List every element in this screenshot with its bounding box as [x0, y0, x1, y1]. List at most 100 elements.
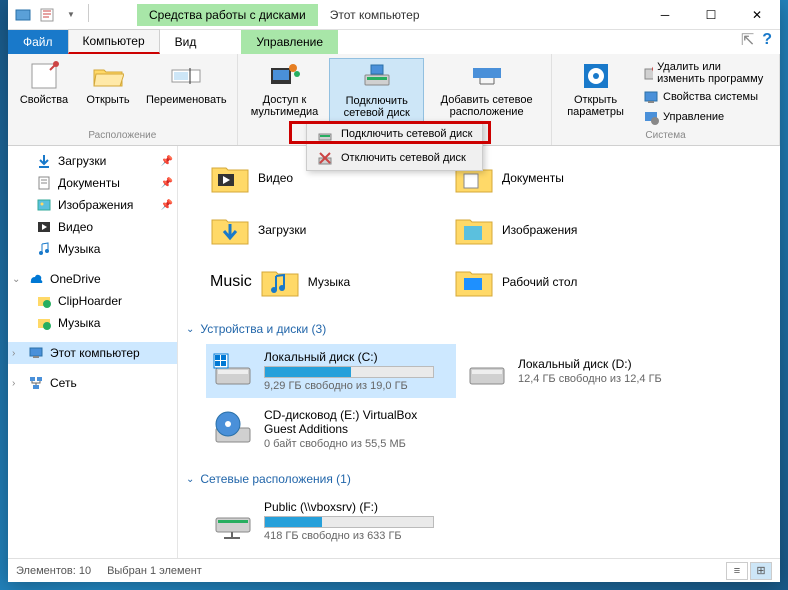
ribbon-help-area: ⇱ ? [733, 26, 780, 54]
window-title: Этот компьютер [330, 8, 420, 22]
qat-properties-icon[interactable] [36, 4, 58, 26]
onedrive-icon [28, 271, 44, 287]
videos-icon [36, 219, 52, 235]
nav-music2[interactable]: Музыка [8, 312, 177, 334]
minimize-ribbon-icon[interactable]: ⇱ [741, 30, 754, 50]
map-network-drive-button[interactable]: Подключить сетевой диск [329, 58, 424, 128]
folder-sync-icon [36, 315, 52, 331]
rename-label: Переименовать [146, 94, 227, 106]
nav-cliphoarder[interactable]: ClipHoarder [8, 290, 177, 312]
content-area: Загрузки📌 Документы📌 Изображения📌 Видео … [8, 146, 780, 558]
drive-e[interactable]: CD-дисковод (E:) VirtualBox Guest Additi… [206, 402, 456, 456]
chevron-down-icon: ⌄ [186, 324, 194, 335]
chevron-down-icon: ⌄ [186, 474, 194, 485]
ribbon-tabs: Файл Компьютер Вид Управление ⇱ ? [8, 30, 780, 54]
tab-computer[interactable]: Компьютер [68, 29, 160, 54]
downloads-folder-icon [210, 210, 250, 250]
group-devices-header[interactable]: ⌄Устройства и диски (3) [186, 318, 772, 340]
connect-drive-icon [317, 126, 333, 142]
rename-button[interactable]: Переименовать [142, 58, 231, 128]
folders-group: Видео Документы Загрузки Изображения Mus… [186, 150, 772, 318]
qat-dropdown-icon[interactable]: ▼ [60, 4, 82, 26]
details-view-button[interactable]: ≡ [726, 562, 748, 580]
qat-separator [88, 4, 89, 22]
system-menu-icon[interactable] [12, 4, 34, 26]
pin-icon: 📌 [161, 156, 173, 167]
nav-videos[interactable]: Видео [8, 216, 177, 238]
folder-pictures[interactable]: Изображения [450, 206, 690, 254]
folder-desktop[interactable]: Рабочий стол [450, 258, 690, 306]
statusbar: Элементов: 10 Выбран 1 элемент ≡ ⊞ [8, 558, 780, 582]
drive-d-icon [466, 350, 508, 392]
pictures-folder-icon [454, 210, 494, 250]
ribbon-group-location: Свойства Открыть Переименовать Расположе… [8, 54, 238, 145]
media-access-button[interactable]: Доступ к мультимедиа [244, 58, 326, 128]
uninstall-icon [643, 65, 653, 81]
open-folder-icon [92, 60, 124, 92]
ribbon-system-small-buttons: Удалить или изменить программу Свойства … [637, 58, 773, 128]
drive-c[interactable]: Локальный диск (C:) 9,29 ГБ свободно из … [206, 344, 456, 398]
map-drive-dropdown: Подключить сетевой диск Отключить сетево… [306, 121, 483, 171]
tree-expand-icon[interactable]: › [12, 378, 15, 389]
nav-pictures[interactable]: Изображения📌 [8, 194, 177, 216]
computer-icon [28, 345, 44, 361]
drive-f[interactable]: Public (\\vboxsrv) (F:) 418 ГБ свободно … [206, 494, 456, 548]
tab-view[interactable]: Вид [160, 30, 212, 54]
music-icon [36, 241, 52, 257]
status-selection: Выбран 1 элемент [107, 565, 202, 577]
navigation-pane: Загрузки📌 Документы📌 Изображения📌 Видео … [8, 146, 178, 558]
nav-documents[interactable]: Документы📌 [8, 172, 177, 194]
documents-icon [36, 175, 52, 191]
tab-file[interactable]: Файл [8, 30, 68, 54]
contextual-tab-header: Средства работы с дисками [137, 4, 318, 26]
uninstall-program-button[interactable]: Удалить или изменить программу [641, 60, 769, 86]
nav-music[interactable]: Музыка [8, 238, 177, 260]
media-icon [269, 60, 301, 92]
status-item-count: Элементов: 10 [16, 565, 91, 577]
group-network-header[interactable]: ⌄Сетевые расположения (1) [186, 468, 772, 490]
open-button[interactable]: Открыть [78, 58, 138, 128]
add-network-location-button[interactable]: Добавить сетевое расположение [428, 58, 545, 128]
tree-expand-icon[interactable]: › [12, 348, 15, 359]
help-icon[interactable]: ? [762, 31, 772, 49]
manage-button[interactable]: Управление [641, 108, 769, 126]
manage-icon [643, 109, 659, 125]
dropdown-connect-network-drive[interactable]: Подключить сетевой диск [307, 122, 482, 146]
add-network-icon [471, 60, 503, 92]
nav-network[interactable]: ›Сеть [8, 372, 177, 394]
tiles-view-button[interactable]: ⊞ [750, 562, 772, 580]
properties-label: Свойства [20, 94, 68, 106]
minimize-button[interactable]: ─ [642, 0, 688, 30]
uninstall-label: Удалить или изменить программу [657, 61, 767, 85]
folder-music[interactable]: Music Музыка [206, 258, 446, 306]
network-icon [28, 375, 44, 391]
titlebar: ▼ Средства работы с дисками Этот компьют… [8, 0, 780, 30]
system-properties-button[interactable]: Свойства системы [641, 88, 769, 106]
drive-d[interactable]: Локальный диск (D:) 12,4 ГБ свободно из … [460, 344, 710, 398]
add-network-label: Добавить сетевое расположение [432, 94, 541, 118]
open-settings-button[interactable]: Открыть параметры [558, 58, 633, 128]
tab-manage[interactable]: Управление [241, 30, 338, 54]
folder-downloads[interactable]: Загрузки [206, 206, 446, 254]
dropdown-disconnect-network-drive[interactable]: Отключить сетевой диск [307, 146, 482, 170]
pin-icon: 📌 [161, 200, 173, 211]
maximize-button[interactable]: ☐ [688, 0, 734, 30]
folder-documents[interactable]: Документы [450, 154, 690, 202]
map-network-label: Подключить сетевой диск [334, 95, 419, 119]
nav-downloads[interactable]: Загрузки📌 [8, 150, 177, 172]
explorer-window: ▼ Средства работы с дисками Этот компьют… [8, 0, 780, 582]
system-props-icon [643, 89, 659, 105]
properties-icon [28, 60, 60, 92]
tree-collapse-icon[interactable]: ⌄ [12, 274, 20, 285]
nav-onedrive[interactable]: ⌄OneDrive [8, 268, 177, 290]
nav-this-pc[interactable]: ›Этот компьютер [8, 342, 177, 364]
pin-icon: 📌 [161, 178, 173, 189]
desktop-folder-icon [454, 262, 494, 302]
network-drive-icon [361, 61, 393, 93]
videos-folder-icon [210, 158, 250, 198]
rename-icon [170, 60, 202, 92]
properties-button[interactable]: Свойства [14, 58, 74, 128]
network-locations-group: Public (\\vboxsrv) (F:) 418 ГБ свободно … [186, 490, 772, 558]
ribbon-group-location-label: Расположение [14, 128, 231, 141]
quick-access-toolbar: ▼ [8, 4, 97, 26]
